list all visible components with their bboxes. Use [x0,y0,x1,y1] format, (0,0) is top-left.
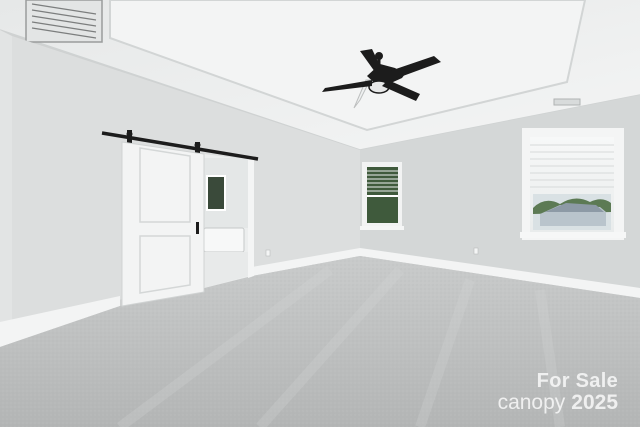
ceiling-vent-small [553,98,581,106]
door-handle [196,222,199,234]
wall-outlet [473,247,479,255]
bathtub [203,227,245,253]
left-wall [0,30,12,340]
watermark-brand-line: canopy 2025 [498,392,618,413]
air-vent-icon [25,0,103,43]
watermark-brand: canopy [497,391,566,414]
watermark-for-sale: For Sale [536,370,618,392]
bathroom-window [206,175,226,211]
bathroom-doorway [203,154,254,288]
listing-watermark: For Sale canopy 2025 [498,371,618,413]
window-left [360,162,404,230]
empty-bedroom-photo: For Sale canopy 2025 [0,0,640,427]
watermark-year: 2025 [571,391,618,414]
room-illustration [0,0,640,427]
window-right [520,128,626,240]
wall-outlet [265,249,271,257]
barn-door [121,141,205,307]
